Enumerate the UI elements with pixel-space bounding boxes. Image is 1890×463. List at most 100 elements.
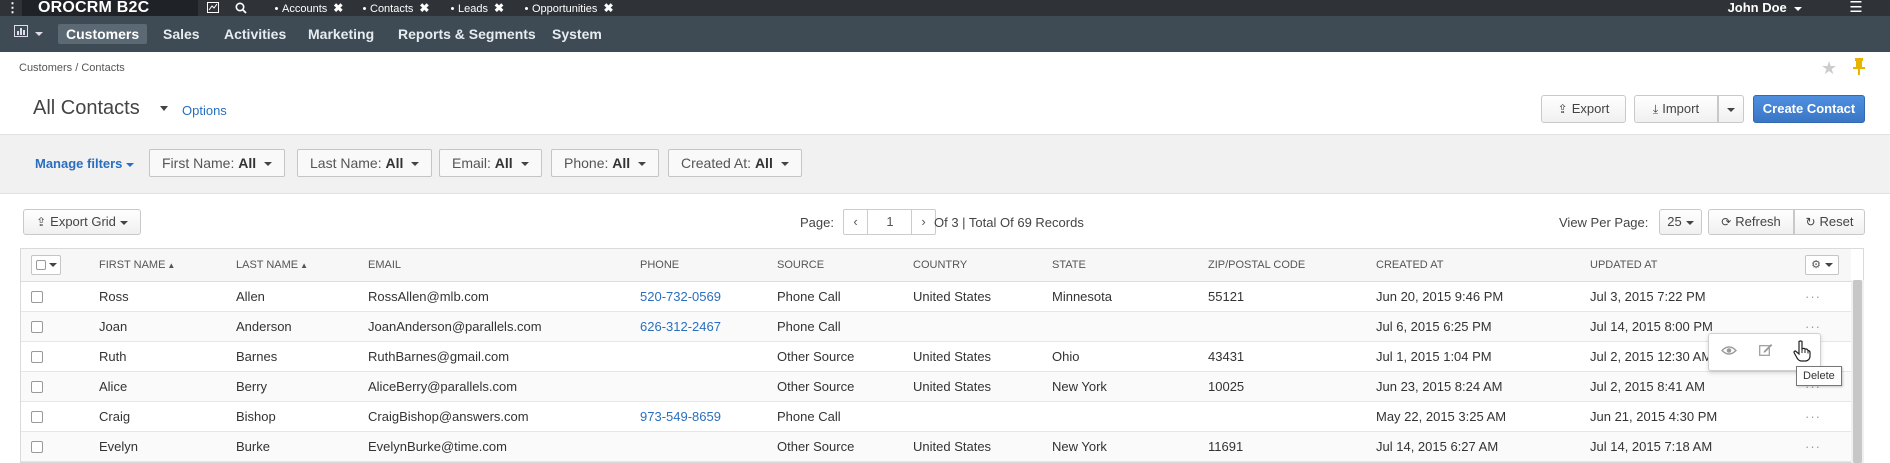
export-button[interactable]: ⇪ Export [1541,95,1626,123]
refresh-button[interactable]: ⟳ Refresh [1708,209,1794,235]
filter-first-name[interactable]: First Name: All [149,149,286,177]
row-checkbox[interactable] [31,291,43,304]
table-row[interactable]: Evelyn Burke EvelynBurke@time.com Other … [21,431,1851,462]
column-header-state[interactable]: State [1042,249,1198,282]
row-select-cell[interactable] [21,281,89,312]
download-icon: ⤓ [1652,102,1659,116]
column-header-first-name[interactable]: First Name ▲ [89,249,226,282]
page-number-input[interactable]: 1 [869,210,911,234]
select-all-header[interactable] [21,249,89,282]
import-dropdown-toggle[interactable] [1718,95,1744,123]
row-select-cell[interactable] [21,431,89,462]
tab-leads[interactable]: Leads ✖ [448,0,504,16]
row-checkbox[interactable] [31,411,43,424]
row-actions-cell[interactable]: ··· [1795,281,1851,312]
cell-phone-link[interactable] [630,371,767,402]
filter-phone[interactable]: Phone: All [551,149,660,177]
tab-accounts[interactable]: Accounts ✖ [272,0,343,16]
create-contact-button[interactable]: Create Contact [1753,95,1865,123]
table-row[interactable]: Ross Allen RossAllen@mlb.com 520-732-056… [21,281,1851,312]
row-checkbox[interactable] [31,381,43,394]
brand-logo[interactable]: OROCRM B2C [22,0,198,16]
hamburger-icon[interactable]: ☰ [1844,0,1868,16]
filter-last-name[interactable]: Last Name: All [297,149,433,177]
reset-button[interactable]: ↻ Reset [1794,209,1865,235]
row-checkbox[interactable] [31,441,43,454]
cell-phone-link[interactable] [630,431,767,462]
row-actions-cell[interactable]: ··· [1795,401,1851,432]
close-icon[interactable]: ✖ [494,1,504,15]
cell-phone-link[interactable]: 520-732-0569 [630,281,767,312]
close-icon[interactable]: ✖ [333,1,343,15]
close-icon[interactable]: ✖ [603,1,613,15]
refresh-label: Refresh [1735,214,1781,229]
column-header-last-name[interactable]: Last Name ▲ [226,249,358,282]
table-row[interactable]: Joan Anderson JoanAnderson@parallels.com… [21,311,1851,342]
select-all-checkbox[interactable] [31,254,61,275]
close-icon[interactable]: ✖ [419,1,429,15]
ellipsis-icon[interactable]: ··· [1805,439,1821,454]
cell-last-name: Allen [226,281,358,312]
table-row[interactable]: Ruth Barnes RuthBarnes@gmail.com Other S… [21,341,1851,372]
column-header-zip[interactable]: Zip/Postal Code [1198,249,1366,282]
ellipsis-icon[interactable]: ··· [1805,409,1821,424]
row-select-cell[interactable] [21,341,89,372]
app-menu-icon[interactable]: ⋮ [6,0,19,16]
column-header-email[interactable]: Email [358,249,630,282]
dashboard-icon[interactable] [14,25,44,43]
cell-phone-link[interactable]: 973-549-8659 [630,401,767,432]
grid-settings-header[interactable]: ⚙ [1795,249,1851,282]
chevron-down-icon[interactable] [160,106,168,111]
row-select-cell[interactable] [21,371,89,402]
nav-sales[interactable]: Sales [155,24,208,44]
column-header-created-at[interactable]: Created At [1366,249,1580,282]
row-actions-cell[interactable]: ··· [1795,431,1851,462]
chevron-left-icon[interactable]: ‹ [844,210,868,234]
manage-filters-label: Manage filters [35,156,123,171]
column-header-phone[interactable]: Phone [630,249,767,282]
column-title: Last Name [236,258,299,271]
tab-opportunities[interactable]: Opportunities ✖ [522,0,614,16]
tab-contacts[interactable]: Contacts ✖ [360,0,429,16]
column-header-updated-at[interactable]: Updated At [1580,249,1795,282]
nav-marketing[interactable]: Marketing [300,24,382,44]
per-page-select[interactable]: 25 [1659,209,1702,235]
manage-filters-link[interactable]: Manage filters [35,156,135,171]
pin-icon[interactable] [1852,57,1866,80]
chevron-right-icon[interactable]: › [911,210,935,234]
scrollbar-thumb[interactable] [1853,280,1862,463]
star-icon[interactable]: ★ [1821,58,1837,79]
edit-icon[interactable] [1756,343,1776,359]
shortcuts-icon[interactable] [201,0,225,16]
row-select-cell[interactable] [21,311,89,342]
table-row[interactable]: Craig Bishop CraigBishop@answers.com 973… [21,401,1851,432]
column-header-source[interactable]: Source [767,249,903,282]
gear-icon[interactable]: ⚙ [1805,254,1839,275]
table-row[interactable]: Alice Berry AliceBerry@parallels.com Oth… [21,371,1851,402]
grid-scrollbar[interactable] [1851,280,1864,463]
nav-activities[interactable]: Activities [216,24,294,44]
nav-reports-segments[interactable]: Reports & Segments [390,24,544,44]
export-grid-button[interactable]: ⇪ Export Grid [23,209,141,235]
filter-label: Email: [452,155,491,171]
eye-icon[interactable] [1719,343,1739,359]
cell-email: RossAllen@mlb.com [358,281,630,312]
reset-icon: ↻ [1805,215,1816,229]
search-icon[interactable] [229,0,253,16]
filter-created-at[interactable]: Created At: All [668,149,802,177]
nav-system[interactable]: System [544,24,610,44]
ellipsis-icon[interactable]: ··· [1805,289,1821,304]
delete-tooltip: Delete [1796,366,1842,386]
user-menu[interactable]: John Doe [1710,0,1820,16]
ellipsis-icon[interactable]: ··· [1805,319,1821,334]
row-select-cell[interactable] [21,401,89,432]
filter-email[interactable]: Email: All [439,149,542,177]
options-link[interactable]: Options [182,103,227,118]
column-header-country[interactable]: Country [903,249,1042,282]
cell-phone-link[interactable] [630,341,767,372]
row-checkbox[interactable] [31,321,43,334]
nav-customers[interactable]: Customers [58,24,148,44]
row-checkbox[interactable] [31,351,43,364]
import-button[interactable]: ⤓ Import [1634,95,1718,123]
cell-phone-link[interactable]: 626-312-2467 [630,311,767,342]
